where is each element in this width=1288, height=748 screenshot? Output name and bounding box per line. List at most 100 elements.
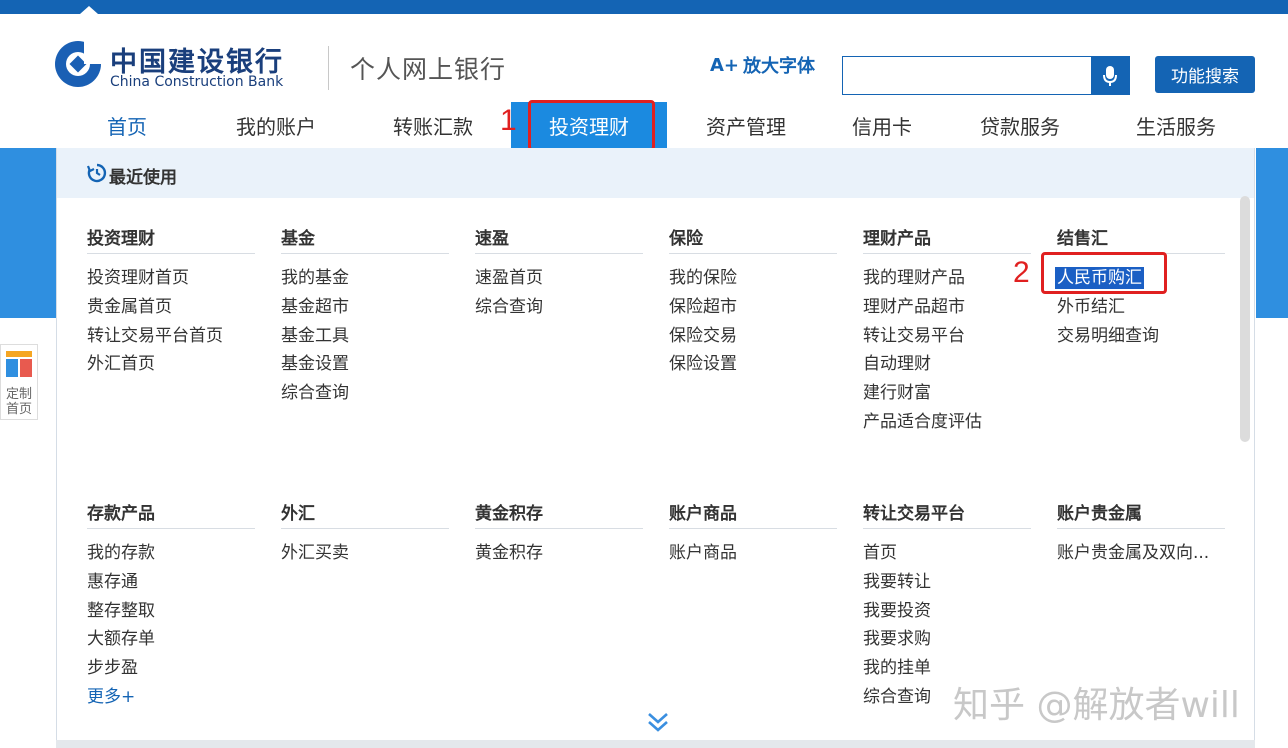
rmb-buy-fx-link[interactable]: 人民币购汇 <box>1055 267 1144 289</box>
menu-column-transfer-platform: 转让交易平台 首页 我要转让 我要投资 我要求购 我的挂单 综合查询 <box>863 499 1031 712</box>
menu-column-forex: 外汇 外汇买卖 <box>281 499 449 568</box>
investment-dropdown-panel: 最近使用 投资理财 投资理财首页 贵金属首页 转让交易平台首页 外汇首页 基金 … <box>56 148 1255 748</box>
voice-search-button[interactable] <box>1091 57 1129 94</box>
menu-link[interactable]: 首页 <box>863 539 1031 568</box>
nav-item-life-services[interactable]: 生活服务 <box>1120 102 1232 148</box>
brand-name-en: China Construction Bank <box>110 74 284 90</box>
menu-link[interactable]: 转让交易平台首页 <box>87 322 255 351</box>
menu-link[interactable]: 外汇买卖 <box>281 539 449 568</box>
menu-link[interactable]: 转让交易平台 <box>863 322 1031 351</box>
menu-link[interactable]: 我的挂单 <box>863 654 1031 683</box>
nav-item-home[interactable]: 首页 <box>72 102 182 148</box>
history-icon <box>87 163 107 183</box>
custom-home-label-2: 首页 <box>5 402 32 417</box>
menu-link[interactable]: 交易明细查询 <box>1057 322 1225 351</box>
menu-link[interactable]: 我要投资 <box>863 597 1031 626</box>
menu-column-account-commodity: 账户商品 账户商品 <box>669 499 837 568</box>
custom-home-button[interactable]: 定制 首页 <box>0 344 38 420</box>
menu-link[interactable]: 整存整取 <box>87 597 255 626</box>
enlarge-font-icon: A+ <box>710 54 740 76</box>
background-banner-right <box>1256 148 1288 318</box>
menu-link[interactable]: 贵金属首页 <box>87 293 255 322</box>
menu-link[interactable]: 保险交易 <box>669 322 837 351</box>
menu-link[interactable]: 账户贵金属及双向... <box>1057 539 1225 568</box>
custom-home-label-1: 定制 <box>5 387 32 402</box>
main-nav: 首页 我的账户 转账汇款 投资理财 资产管理 信用卡 贷款服务 生活服务 <box>0 102 1288 148</box>
menu-link[interactable]: 我要转让 <box>863 568 1031 597</box>
menu-column-title: 基金 <box>281 224 449 254</box>
search-input[interactable] <box>843 57 1091 94</box>
brand-divider <box>328 46 329 90</box>
menu-link[interactable]: 基金工具 <box>281 322 449 351</box>
menu-column-title: 账户贵金属 <box>1057 499 1225 529</box>
menu-column-account-precious-metal: 账户贵金属 账户贵金属及双向... <box>1057 499 1225 568</box>
menu-link[interactable]: 我的理财产品 <box>863 264 1031 293</box>
menu-column-title: 黄金积存 <box>475 499 643 529</box>
menu-link[interactable]: 账户商品 <box>669 539 837 568</box>
menu-column-title: 理财产品 <box>863 224 1031 254</box>
menu-link[interactable]: 我的保险 <box>669 264 837 293</box>
annotation-step-1: 1 <box>500 104 517 137</box>
bottom-strip <box>56 740 1255 748</box>
menu-link[interactable]: 综合查询 <box>475 293 643 322</box>
nav-item-loan-services[interactable]: 贷款服务 <box>964 102 1076 148</box>
menu-link[interactable]: 我的基金 <box>281 264 449 293</box>
menu-column-title: 转让交易平台 <box>863 499 1031 529</box>
menu-column-deposit: 存款产品 我的存款 惠存通 整存整取 大额存单 步步盈 更多+ <box>87 499 255 712</box>
menu-column-title: 速盈 <box>475 224 643 254</box>
background-banner-left <box>0 148 56 318</box>
header: 中国建设银行 China Construction Bank 个人网上银行 A+… <box>0 14 1288 102</box>
menu-link[interactable]: 惠存通 <box>87 568 255 597</box>
menu-link[interactable]: 自动理财 <box>863 350 1031 379</box>
menu-column-fx-settlement: 结售汇 人民币购汇 外币结汇 交易明细查询 <box>1055 224 1225 351</box>
menu-column-fund: 基金 我的基金 基金超市 基金工具 基金设置 综合查询 <box>281 224 449 408</box>
menu-column-insurance: 保险 我的保险 保险超市 保险交易 保险设置 <box>669 224 837 379</box>
menu-column-title: 保险 <box>669 224 837 254</box>
nav-item-asset-management[interactable]: 资产管理 <box>690 102 802 148</box>
menu-link[interactable]: 保险超市 <box>669 293 837 322</box>
menu-link[interactable]: 黄金积存 <box>475 539 643 568</box>
menu-link[interactable]: 我要求购 <box>863 625 1031 654</box>
menu-link[interactable]: 速盈首页 <box>475 264 643 293</box>
menu-link[interactable]: 建行财富 <box>863 379 1031 408</box>
menu-link[interactable]: 产品适合度评估 <box>863 408 1031 437</box>
panel-scrollbar[interactable] <box>1240 196 1250 442</box>
menu-link[interactable]: 基金设置 <box>281 350 449 379</box>
menu-link[interactable]: 大额存单 <box>87 625 255 654</box>
top-bar <box>0 0 1288 14</box>
menu-column-investment: 投资理财 投资理财首页 贵金属首页 转让交易平台首页 外汇首页 <box>87 224 255 379</box>
menu-column-gold: 黄金积存 黄金积存 <box>475 499 643 568</box>
search-box <box>842 56 1130 95</box>
function-search-button[interactable]: 功能搜索 <box>1155 56 1255 93</box>
menu-link[interactable]: 保险设置 <box>669 350 837 379</box>
enlarge-font-label: 放大字体 <box>743 56 816 77</box>
menu-column-title: 外汇 <box>281 499 449 529</box>
menu-link[interactable]: 基金超市 <box>281 293 449 322</box>
more-link[interactable]: 更多+ <box>87 683 255 712</box>
menu-link[interactable]: 外币结汇 <box>1057 293 1225 322</box>
annotation-step-2: 2 <box>1013 256 1030 289</box>
menu-column-suying: 速盈 速盈首页 综合查询 <box>475 224 643 322</box>
menu-link[interactable]: 投资理财首页 <box>87 264 255 293</box>
recent-used-label: 最近使用 <box>109 168 177 188</box>
nav-item-credit-card[interactable]: 信用卡 <box>840 102 924 148</box>
nav-item-my-account[interactable]: 我的账户 <box>220 102 332 148</box>
enlarge-font-button[interactable]: A+ 放大字体 <box>710 52 815 78</box>
menu-link[interactable]: 综合查询 <box>281 379 449 408</box>
menu-link[interactable]: 步步盈 <box>87 654 255 683</box>
recent-used-bar[interactable]: 最近使用 <box>57 148 1254 198</box>
menu-link[interactable]: 理财产品超市 <box>863 293 1031 322</box>
ccb-logo-icon <box>55 40 102 87</box>
expand-down-chevron-icon[interactable] <box>646 712 670 734</box>
menu-link[interactable]: 综合查询 <box>863 683 1031 712</box>
menu-column-title: 投资理财 <box>87 224 255 254</box>
nav-item-investment[interactable]: 投资理财 <box>511 102 667 148</box>
menu-column-title: 存款产品 <box>87 499 255 529</box>
site-title: 个人网上银行 <box>350 55 507 84</box>
menu-link[interactable]: 外汇首页 <box>87 350 255 379</box>
menu-column-title: 结售汇 <box>1057 224 1225 254</box>
menu-column-wealth-products: 理财产品 我的理财产品 理财产品超市 转让交易平台 自动理财 建行财富 产品适合… <box>863 224 1031 437</box>
nav-item-transfer[interactable]: 转账汇款 <box>376 102 490 148</box>
microphone-icon <box>1103 65 1117 86</box>
menu-link[interactable]: 我的存款 <box>87 539 255 568</box>
